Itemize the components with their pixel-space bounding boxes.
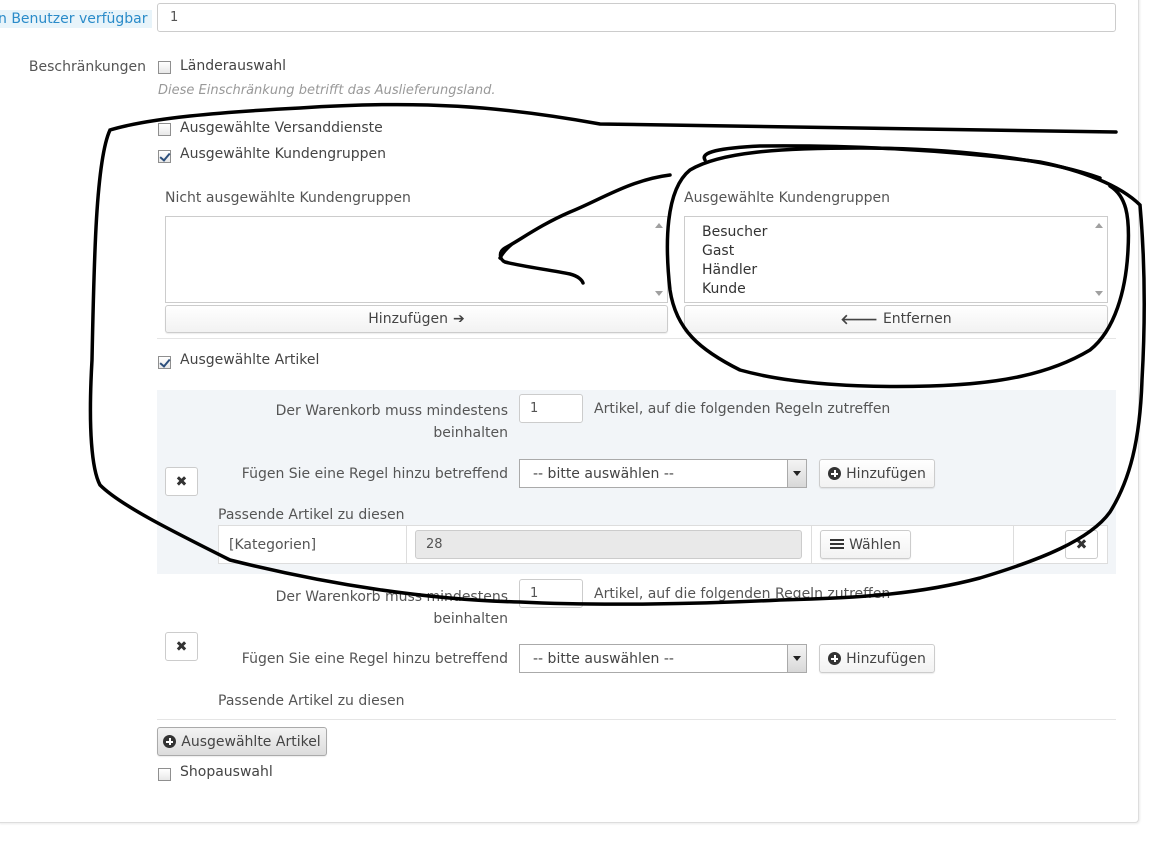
- min-quantity-label: Der Warenkorb muss mindestens beinhalten: [275, 403, 508, 441]
- min-quantity-input[interactable]: 1: [519, 394, 583, 423]
- choose-button[interactable]: Wählen: [820, 530, 911, 559]
- divider: [157, 719, 1116, 720]
- add-rule-label: Hinzufügen: [846, 465, 926, 482]
- close-icon: ✖: [1075, 536, 1088, 553]
- list-icon: [830, 539, 845, 550]
- shop-label: Shopauswahl: [180, 764, 273, 780]
- matching-products-label: Passende Artikel zu diesen: [218, 693, 405, 709]
- add-rule-label: Fügen Sie eine Regel hinzu betreffend: [241, 466, 508, 482]
- add-rule-label: Hinzufügen: [846, 650, 926, 667]
- carriers-checkbox[interactable]: [158, 123, 171, 136]
- remove-rule-button[interactable]: ✖: [1065, 530, 1098, 559]
- arrow-right-icon: ➔: [452, 311, 465, 327]
- rule-type-select[interactable]: -- bitte auswählen --: [519, 644, 807, 673]
- close-icon: ✖: [175, 638, 188, 655]
- scrollbar[interactable]: [650, 217, 667, 302]
- add-group-button[interactable]: Hinzufügen ➔: [165, 305, 668, 333]
- country-hint: Diese Einschränkung betrifft das Auslief…: [158, 83, 496, 98]
- carriers-label: Ausgewählte Versanddienste: [180, 120, 383, 136]
- arrow-left-icon: 🡐: [840, 311, 878, 328]
- circle-plus-icon: [163, 735, 177, 748]
- shop-checkbox[interactable]: [158, 768, 171, 781]
- scroll-down-icon[interactable]: [655, 291, 663, 296]
- remove-rule-group-button[interactable]: ✖: [165, 467, 198, 496]
- circle-plus-icon: [828, 652, 842, 665]
- min-quantity-suffix: Artikel, auf die folgenden Regeln zutref…: [594, 586, 891, 602]
- list-item[interactable]: Kunde: [702, 281, 746, 297]
- products-label: Ausgewählte Artikel: [180, 352, 320, 368]
- country-checkbox[interactable]: [158, 61, 171, 74]
- close-icon: ✖: [175, 473, 188, 490]
- unselected-groups-list[interactable]: [165, 216, 668, 303]
- list-item[interactable]: Gast: [702, 243, 734, 259]
- min-quantity-input[interactable]: 1: [519, 579, 583, 608]
- scrollbar[interactable]: [1090, 217, 1107, 302]
- min-quantity-suffix: Artikel, auf die folgenden Regeln zutref…: [594, 401, 891, 417]
- top-field-label: n Benutzer verfügbar: [0, 10, 152, 28]
- add-product-group-button[interactable]: Ausgewählte Artikel: [157, 727, 327, 756]
- products-checkbox[interactable]: [158, 356, 171, 369]
- choose-label: Wählen: [849, 536, 901, 553]
- groups-label: Ausgewählte Kundengruppen: [180, 146, 386, 162]
- chevron-down-icon[interactable]: [787, 460, 806, 487]
- selected-groups-list[interactable]: Besucher Gast Händler Kunde: [684, 216, 1108, 303]
- groups-checkbox[interactable]: [158, 150, 171, 163]
- scroll-down-icon[interactable]: [1095, 291, 1103, 296]
- min-quantity-label: Der Warenkorb muss mindestens beinhalten: [275, 589, 508, 627]
- remove-group-label: Entfernen: [882, 311, 952, 327]
- rule-type-select-value: -- bitte auswählen --: [533, 650, 674, 667]
- scroll-up-icon[interactable]: [1095, 223, 1103, 228]
- remove-group-button[interactable]: 🡐 Entfernen: [684, 305, 1108, 333]
- selected-groups-title: Ausgewählte Kundengruppen: [684, 190, 890, 206]
- rule-type-select-value: -- bitte auswählen --: [533, 465, 674, 482]
- country-label: Länderauswahl: [180, 58, 287, 74]
- restrictions-label: Beschränkungen: [28, 59, 146, 75]
- add-rule-label: Fügen Sie eine Regel hinzu betreffend: [241, 651, 508, 667]
- add-rule-button[interactable]: Hinzufügen: [819, 459, 935, 488]
- list-item[interactable]: Händler: [702, 262, 757, 278]
- divider: [157, 338, 1116, 339]
- chevron-down-icon[interactable]: [787, 645, 806, 672]
- rule-value-input[interactable]: 28: [415, 530, 802, 559]
- list-item[interactable]: Besucher: [702, 224, 767, 240]
- unselected-groups-title: Nicht ausgewählte Kundengruppen: [165, 190, 411, 206]
- circle-plus-icon: [828, 467, 842, 480]
- matching-products-label: Passende Artikel zu diesen: [218, 507, 405, 523]
- rule-type-value: [Kategorien]: [229, 537, 317, 553]
- scroll-up-icon[interactable]: [655, 223, 663, 228]
- add-rule-button[interactable]: Hinzufügen: [819, 644, 935, 673]
- remove-rule-group-button[interactable]: ✖: [165, 632, 198, 661]
- add-group-label: Hinzufügen: [368, 311, 448, 327]
- add-product-group-label: Ausgewählte Artikel: [181, 733, 321, 750]
- rule-type-select[interactable]: -- bitte auswählen --: [519, 459, 807, 488]
- top-field-input[interactable]: 1: [157, 3, 1116, 32]
